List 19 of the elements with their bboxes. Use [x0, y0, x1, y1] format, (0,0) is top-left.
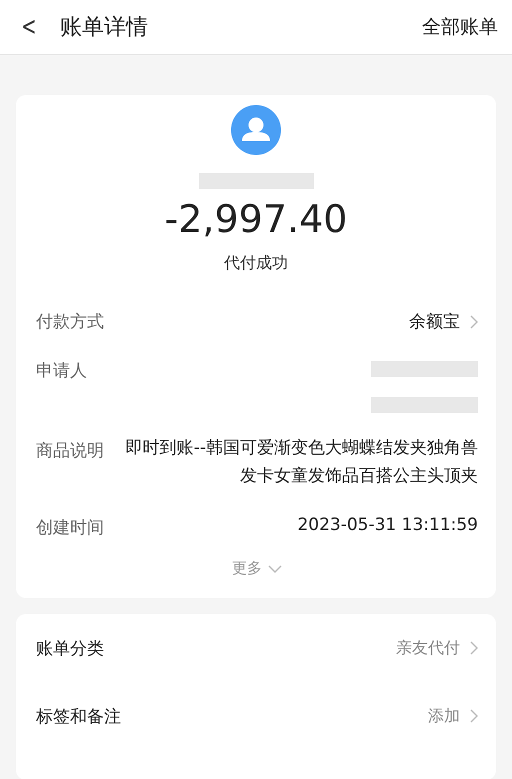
field-value: 即时到账--韩国可爱渐变色大蝴蝶结发夹独角兽发卡女童发饰品百搭公主头顶夹	[124, 437, 478, 488]
page-title: 账单详情	[60, 14, 149, 42]
field-label: 付款方式	[36, 311, 104, 333]
all-bills-link[interactable]: 全部账单	[422, 14, 498, 40]
field-label: 商品说明	[36, 440, 104, 462]
payment-method-link[interactable]: 余额宝	[409, 310, 478, 333]
option-row[interactable]: 账单分类 亲友代付	[36, 614, 478, 682]
field-value: 2023-05-31 13:11:59	[296, 514, 478, 537]
amount-text: -2,997.40	[164, 197, 348, 241]
chevron-right-icon	[470, 314, 478, 328]
field-label: 创建时间	[36, 517, 104, 539]
chevron-right-icon	[470, 709, 478, 723]
option-row[interactable]: 标签和备注 添加	[36, 682, 478, 750]
status-text: 代付成功	[224, 253, 288, 274]
chevron-down-icon	[268, 564, 282, 572]
avatar-icon	[231, 105, 281, 155]
chevron-right-icon	[470, 641, 478, 655]
field-label: 申请人	[36, 360, 87, 382]
back-button[interactable]: <	[21, 12, 37, 42]
